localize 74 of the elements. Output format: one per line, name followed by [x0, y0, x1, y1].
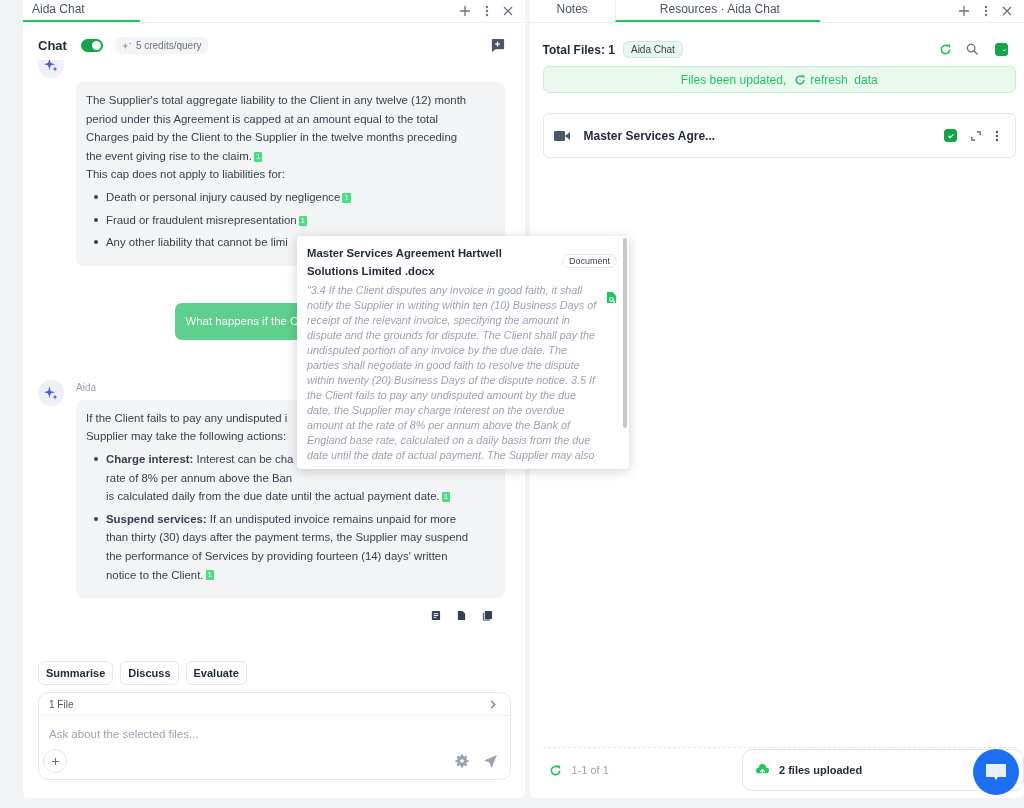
chat-title: Chat [38, 38, 67, 53]
plus-icon[interactable] [458, 5, 471, 17]
expand-icon[interactable] [971, 130, 981, 141]
message-text: the performance of Services by providing fourteen (14) days' written [106, 549, 448, 562]
settings-icon[interactable] [454, 754, 469, 768]
document-search-icon[interactable] [606, 291, 617, 304]
document-icon[interactable] [455, 610, 467, 622]
refresh-icon[interactable] [794, 73, 807, 86]
message-text: This cap does not apply to liabilities for: [86, 168, 285, 181]
message-text: Suspend services: If an undisputed invoice remains unpaid for more [106, 512, 457, 525]
attach-button[interactable] [43, 749, 67, 773]
chevron-right-icon[interactable] [489, 700, 496, 709]
more-icon[interactable] [484, 5, 489, 17]
close-icon[interactable] [502, 6, 513, 16]
more-icon[interactable] [995, 129, 999, 142]
panel-tab[interactable]: Aida Chat [23, 0, 140, 22]
notes-icon[interactable] [429, 610, 441, 622]
source-title: Master Services Agreement Hartwell Solutions Limited .docx [307, 246, 503, 279]
check-icon [946, 131, 955, 140]
message-text: Any other liability that cannot be limi [106, 236, 288, 249]
quick-action-button[interactable]: Summarise [38, 661, 114, 685]
panel-tab[interactable]: Resources · Aida Chat [614, 0, 820, 22]
send-icon[interactable] [482, 753, 498, 769]
close-icon[interactable] [1002, 6, 1012, 16]
message-text: Supplier may take the following actions: [86, 430, 287, 443]
message-text: the event giving rise to the claim. [86, 149, 252, 162]
scrollbar[interactable] [623, 238, 627, 428]
upload-status: 2 files uploaded [779, 764, 863, 776]
file-card[interactable]: Master Services Agre... [542, 113, 1016, 158]
credits-text: 5 credits/query [135, 40, 202, 51]
video-icon [553, 129, 570, 142]
message-text: notice to the Client. [106, 568, 204, 581]
message-text: Charges paid by the Client to the Supplier in the twelve months preceding [86, 131, 458, 144]
chat-badge: Aida Chat [622, 41, 683, 58]
message-text: is calculated daily from the due date until the actual payment date. [106, 490, 440, 503]
new-chat-icon[interactable] [489, 38, 505, 53]
pagination-text: 1-1 of 1 [571, 764, 609, 776]
quick-action-button[interactable]: Evaluate [185, 661, 247, 685]
panel-tab[interactable]: Notes [529, 0, 615, 22]
refresh-icon[interactable] [939, 43, 952, 56]
message-text: The Supplier's total aggregate liability to the Client in any twelve (12) month [86, 94, 467, 106]
message-text: period under this Agreement is capped at an amount equal to the total [86, 112, 439, 125]
refresh-icon[interactable] [548, 763, 562, 777]
message-text: than thirty (30) days after the payment terms, the Supplier may suspend [106, 531, 469, 544]
message-text: Fraud or fraudulent misrepresentation [106, 213, 297, 226]
bullet-dot [94, 217, 98, 222]
sparkle-icon [121, 40, 132, 51]
bullet-dot [94, 516, 98, 521]
file-checkbox[interactable] [944, 129, 957, 142]
select-all-checkbox[interactable] [995, 43, 1008, 56]
message-text: Death or personal injury caused by negligence [106, 190, 341, 203]
message-text: rate of 8% per annum above the Ban [106, 471, 293, 484]
quick-action-button[interactable]: Discuss [120, 661, 179, 685]
chat-toggle[interactable] [80, 39, 103, 52]
search-icon[interactable] [966, 43, 979, 56]
message-text: Charge interest: Interest can be cha [106, 452, 294, 465]
banner-text: Files been updated, [680, 72, 787, 87]
copy-icon[interactable] [481, 610, 493, 622]
sender-name: Aida [76, 381, 96, 394]
message-field[interactable]: 1 File Ask about the selected files... [38, 692, 511, 780]
bullet-dot [94, 194, 98, 199]
bullet-dot [94, 456, 98, 461]
plus-icon[interactable] [958, 5, 970, 17]
assistant-avatar [38, 379, 64, 406]
cloud-upload-icon [755, 763, 770, 777]
file-name: Master Services Agre... [583, 128, 716, 143]
plus-icon [50, 756, 60, 766]
files-count[interactable]: 1 File [49, 699, 74, 710]
message-input[interactable]: Ask about the selected files... [39, 716, 510, 746]
chat-bubble-icon [984, 762, 1008, 782]
more-icon[interactable] [984, 5, 988, 17]
message-text: If the Client fails to pay any undisputed i [86, 411, 288, 424]
bullet-dot [94, 240, 98, 245]
total-files: Total Files: 1 [542, 42, 615, 57]
